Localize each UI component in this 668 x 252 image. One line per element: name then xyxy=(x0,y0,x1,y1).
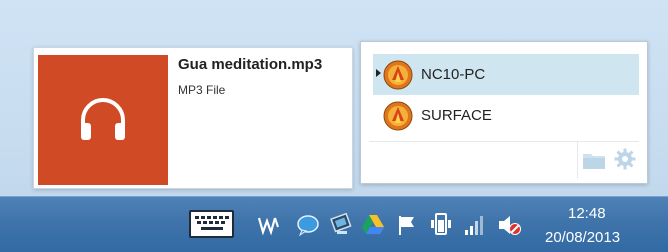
volume-muted-icon[interactable] xyxy=(496,213,522,237)
gear-icon[interactable] xyxy=(613,147,637,171)
device-label: SURFACE xyxy=(421,107,492,124)
device-item-nc10-pc[interactable]: NC10-PC xyxy=(373,54,639,95)
device-avatar-icon xyxy=(383,60,413,90)
taskbar: 12:48 20/08/2013 xyxy=(0,196,668,252)
keyboard-icon xyxy=(195,216,229,230)
device-avatar-icon xyxy=(383,101,413,131)
power-plug-icon[interactable] xyxy=(430,212,452,238)
device-panel-footer xyxy=(369,141,639,178)
headphones-icon xyxy=(81,98,125,140)
device-panel: NC10-PC SURFACE xyxy=(360,41,648,184)
file-name: Gua meditation.mp3 xyxy=(178,56,323,73)
device-list: NC10-PC SURFACE xyxy=(373,54,639,136)
touch-keyboard-button[interactable] xyxy=(189,210,234,238)
file-preview-card[interactable]: Gua meditation.mp3 MP3 File xyxy=(33,47,353,189)
app-logo-icon[interactable] xyxy=(258,215,280,235)
clock-time[interactable]: 12:48 xyxy=(568,205,606,222)
chat-bubble-icon[interactable] xyxy=(296,214,320,236)
file-thumbnail xyxy=(38,55,168,185)
device-item-surface[interactable]: SURFACE xyxy=(373,95,639,136)
footer-divider xyxy=(577,142,578,178)
expand-arrow-icon[interactable] xyxy=(376,69,381,77)
action-center-flag-icon[interactable] xyxy=(396,214,418,236)
file-type: MP3 File xyxy=(178,83,226,97)
folder-icon[interactable] xyxy=(581,148,607,172)
clock-date[interactable]: 20/08/2013 xyxy=(545,229,620,246)
signal-bars-icon[interactable] xyxy=(463,213,487,237)
device-label: NC10-PC xyxy=(421,66,486,83)
google-drive-icon[interactable] xyxy=(361,214,385,236)
network-monitor-icon[interactable] xyxy=(329,213,353,237)
